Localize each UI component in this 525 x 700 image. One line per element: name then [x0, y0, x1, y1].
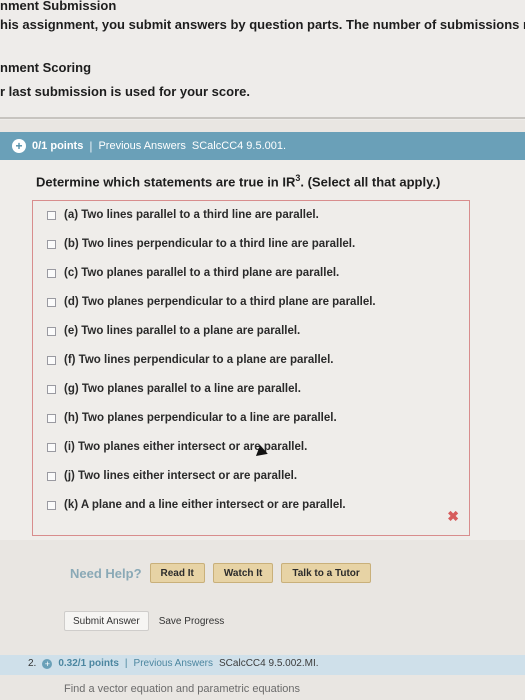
prompt-after: . (Select all that apply.) [300, 174, 441, 190]
assignment-submission-title: nment Submission [0, 0, 117, 13]
checkbox-g[interactable] [47, 384, 56, 394]
choice-k[interactable]: (k) A plane and a line either intersect … [47, 499, 346, 511]
read-it-button[interactable]: Read It [149, 563, 205, 583]
checkbox-h[interactable] [47, 413, 56, 423]
plus-circle-icon[interactable]: + [12, 139, 26, 153]
next-question-header: 2. + 0.32/1 points | Previous Answers SC… [0, 655, 525, 675]
choice-h-label: (h) Two planes perpendicular to a line a… [64, 412, 337, 424]
choice-g[interactable]: (g) Two planes parallel to a line are pa… [47, 383, 301, 395]
choice-b[interactable]: (b) Two lines perpendicular to a third l… [47, 238, 355, 250]
mouse-cursor-icon [254, 444, 268, 456]
choice-c-label: (c) Two planes parallel to a third plane… [64, 267, 340, 279]
checkbox-k[interactable] [47, 500, 56, 510]
checkbox-e[interactable] [47, 326, 56, 336]
next-previous-answers-link[interactable]: Previous Answers [134, 658, 213, 669]
answer-choices-box: (a) Two lines parallel to a third line a… [32, 200, 470, 536]
assignment-info: nment Submission his assignment, you sub… [0, 0, 525, 120]
choice-k-label: (k) A plane and a line either intersect … [64, 499, 346, 511]
next-question-text: Find a vector equation and parametric eq… [64, 683, 301, 695]
help-row: Need Help? Read It Watch It Talk to a Tu… [70, 562, 371, 584]
watch-it-button[interactable]: Watch It [212, 563, 274, 583]
choice-c[interactable]: (c) Two planes parallel to a third plane… [47, 267, 339, 279]
previous-answers-link[interactable]: Previous Answers [98, 140, 185, 152]
choice-j[interactable]: (j) Two lines either intersect or are pa… [47, 470, 297, 482]
checkbox-d[interactable] [47, 297, 56, 307]
next-question-code: SCalcCC4 9.5.002.MI. [219, 658, 319, 669]
talk-to-tutor-button[interactable]: Talk to a Tutor [281, 563, 371, 583]
save-progress-button[interactable]: Save Progress [159, 616, 225, 627]
plus-circle-icon[interactable]: + [42, 658, 53, 669]
choice-i-label: (i) Two planes either intersect or are p… [64, 441, 308, 453]
choice-d[interactable]: (d) Two planes perpendicular to a third … [47, 296, 376, 308]
choice-h[interactable]: (h) Two planes perpendicular to a line a… [47, 412, 337, 424]
question-code: SCalcCC4 9.5.001. [191, 140, 287, 152]
checkbox-a[interactable] [47, 210, 56, 220]
checkbox-i[interactable] [47, 442, 56, 452]
next-question-number: 2. [28, 658, 37, 669]
choice-e-label: (e) Two lines parallel to a plane are pa… [64, 325, 301, 337]
choice-d-label: (d) Two planes perpendicular to a third … [64, 296, 376, 308]
choice-f[interactable]: (f) Two lines perpendicular to a plane a… [47, 354, 333, 366]
choice-f-label: (f) Two lines perpendicular to a plane a… [64, 354, 334, 366]
checkbox-f[interactable] [47, 355, 56, 365]
choice-a[interactable]: (a) Two lines parallel to a third line a… [47, 209, 319, 221]
question-points: 0/1 points [32, 140, 84, 152]
checkbox-b[interactable] [47, 239, 56, 249]
assignment-scoring-text: r last submission is used for your score… [0, 84, 250, 99]
choice-j-label: (j) Two lines either intersect or are pa… [64, 470, 298, 482]
next-question-header-inner: 2. + 0.32/1 points | Previous Answers SC… [28, 658, 319, 669]
actions-row: Submit Answer Save Progress [64, 611, 224, 631]
submit-answer-button[interactable]: Submit Answer [64, 611, 149, 631]
question-header-inner: + 0/1 points | Previous Answers SCalcCC4… [12, 137, 525, 155]
checkbox-j[interactable] [47, 471, 56, 481]
assignment-scoring-title: nment Scoring [0, 60, 92, 75]
question-header: + 0/1 points | Previous Answers SCalcCC4… [0, 132, 525, 160]
choice-g-label: (g) Two planes parallel to a line are pa… [64, 383, 301, 395]
prompt-math: IR [282, 174, 296, 190]
close-x-icon: ✖ [447, 508, 459, 524]
header-separator: | [89, 139, 93, 153]
choice-i[interactable]: (i) Two planes either intersect or are p… [47, 441, 307, 453]
need-help-label: Need Help? [70, 565, 142, 581]
next-question-points: 0.32/1 points [58, 658, 119, 669]
choice-a-label: (a) Two lines parallel to a third line a… [64, 209, 319, 221]
question-prompt: Determine which statements are true in I… [36, 173, 440, 189]
choice-e[interactable]: (e) Two lines parallel to a plane are pa… [47, 325, 300, 337]
next-question-separator: | [124, 658, 128, 669]
prompt-before: Determine which statements are true in [36, 174, 283, 190]
divider [0, 117, 525, 119]
checkbox-c[interactable] [47, 268, 56, 278]
assignment-submission-text: his assignment, you submit answers by qu… [0, 17, 525, 32]
choice-b-label: (b) Two lines perpendicular to a third l… [64, 238, 356, 250]
